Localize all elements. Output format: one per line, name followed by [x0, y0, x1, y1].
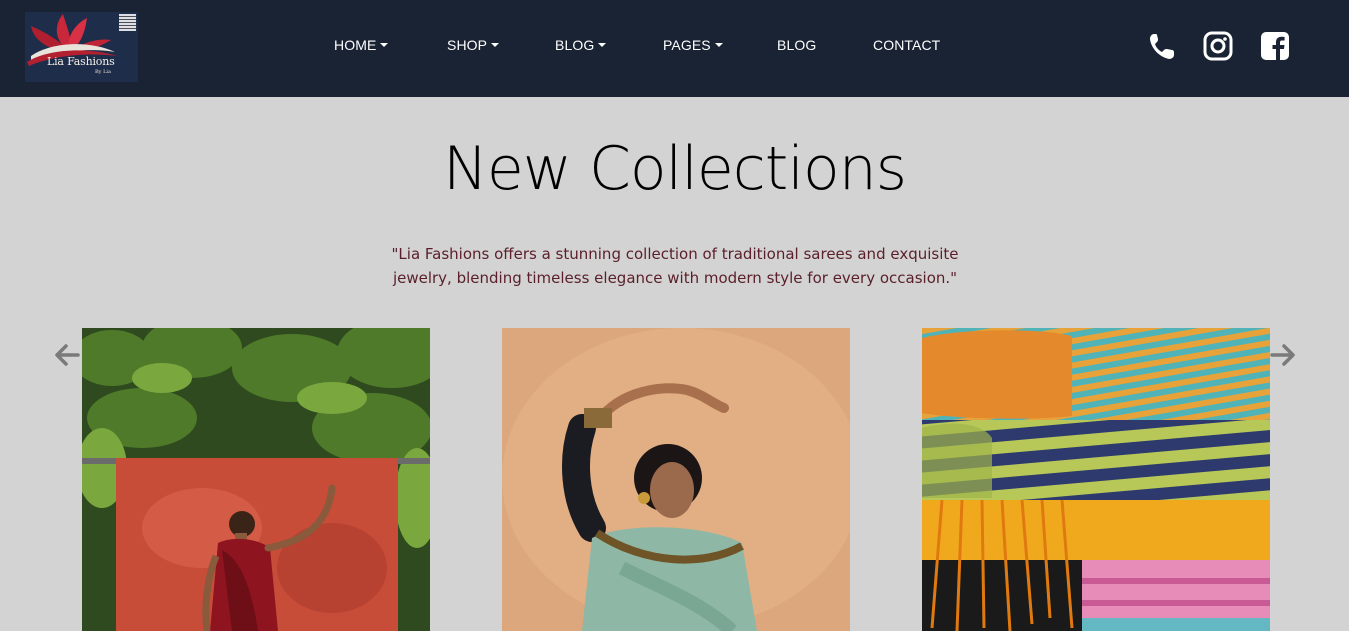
nav-blog-dropdown-label: BLOG	[555, 37, 595, 53]
arrow-left-icon[interactable]	[54, 342, 80, 368]
woman-in-mint-saree-dancing-photo	[502, 328, 850, 631]
nav-blog[interactable]: BLOG	[777, 37, 816, 53]
section-subtitle: "Lia Fashions offers a stunning collecti…	[391, 245, 959, 287]
header-bar: Lia Fashions By Lia HOME SHOP BLOG PAGES…	[0, 0, 1349, 97]
nav-pages[interactable]: PAGES	[663, 37, 723, 53]
logo-subtext: By Lia	[95, 69, 111, 75]
product-card-3[interactable]	[922, 328, 1270, 631]
section-title: New Collections	[443, 134, 907, 204]
main-nav: HOME SHOP BLOG PAGES BLOG CONTACT	[0, 37, 1349, 57]
nav-blog-dropdown[interactable]: BLOG	[555, 37, 607, 53]
nav-home-label: HOME	[334, 37, 377, 53]
arrow-right-icon[interactable]	[1270, 342, 1296, 368]
nav-blog-label: BLOG	[777, 37, 817, 53]
facebook-icon[interactable]	[1260, 30, 1290, 62]
chevron-down-icon	[380, 43, 389, 47]
nav-pages-label: PAGES	[663, 37, 711, 53]
chevron-down-icon	[491, 43, 500, 47]
product-card-2[interactable]	[502, 328, 850, 631]
nav-home[interactable]: HOME	[334, 37, 389, 53]
qr-code	[119, 14, 136, 31]
chevron-down-icon	[598, 43, 607, 47]
instagram-icon[interactable]	[1203, 30, 1233, 62]
product-card-1[interactable]	[82, 328, 430, 631]
chevron-down-icon	[714, 43, 723, 47]
phone-icon[interactable]	[1148, 30, 1178, 62]
folded-striped-fabrics-photo	[922, 328, 1270, 631]
woman-in-red-saree-dancing-photo	[82, 328, 430, 631]
nav-contact[interactable]: CONTACT	[873, 37, 940, 53]
nav-contact-label: CONTACT	[873, 37, 941, 53]
nav-shop-label: SHOP	[447, 37, 488, 53]
nav-shop[interactable]: SHOP	[447, 37, 500, 53]
